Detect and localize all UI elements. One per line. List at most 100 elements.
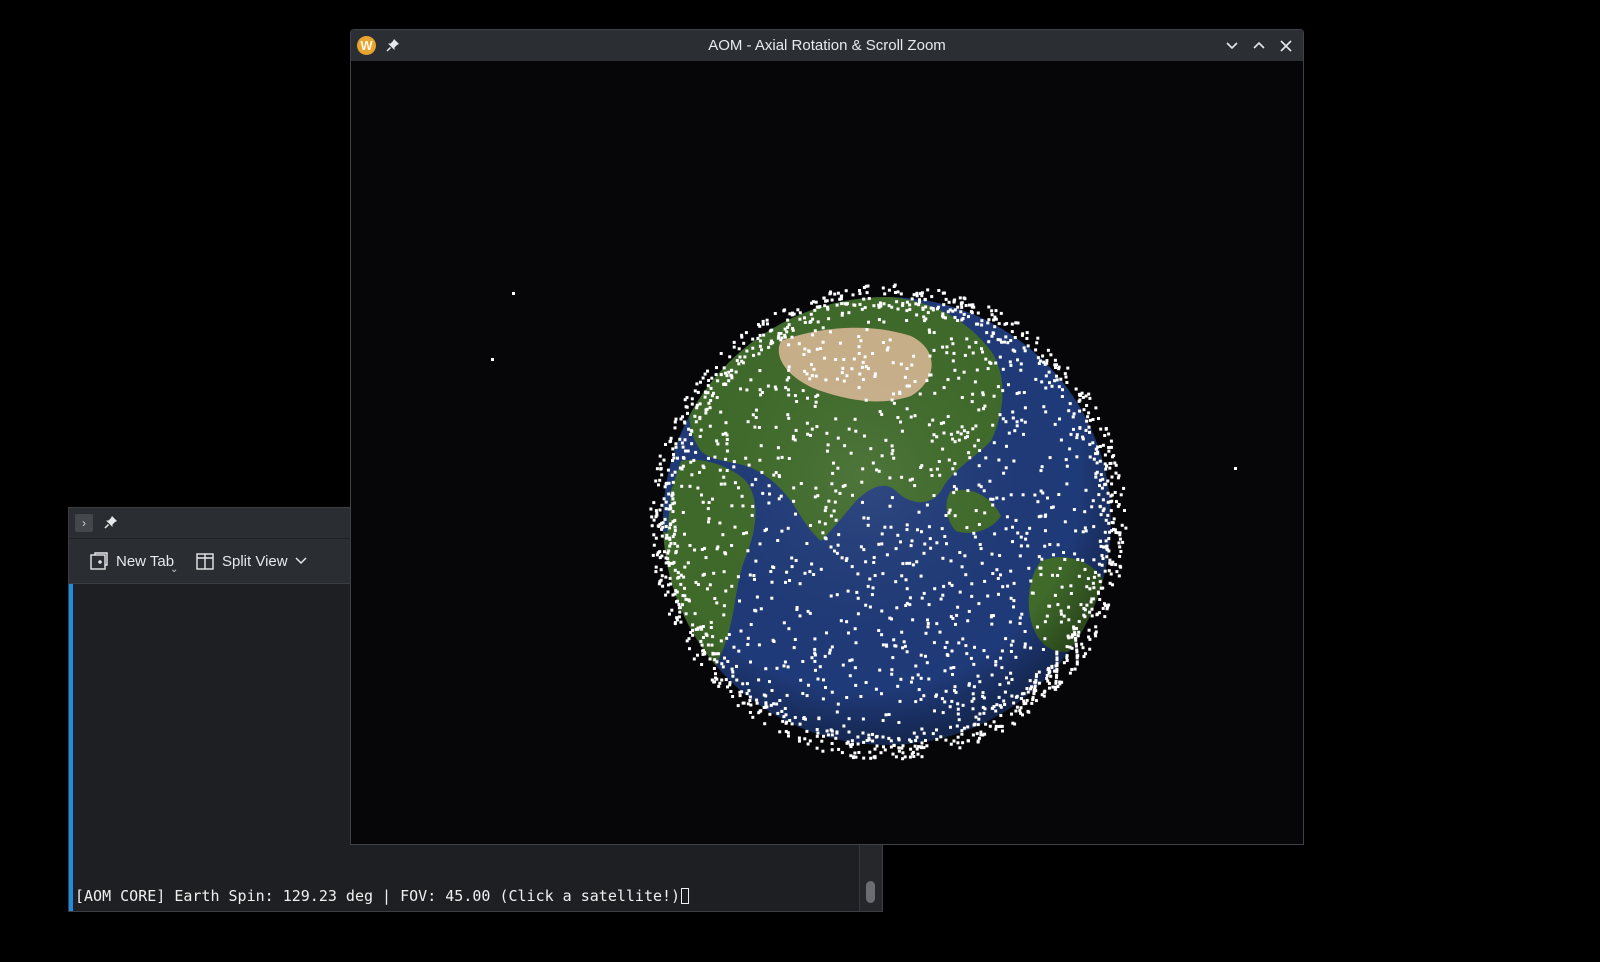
satellite[interactable] [1065, 659, 1069, 662]
satellite[interactable] [1110, 529, 1114, 533]
satellite[interactable] [919, 676, 923, 680]
satellite[interactable] [741, 701, 745, 705]
satellite[interactable] [853, 417, 857, 421]
satellite[interactable] [984, 456, 988, 460]
satellite[interactable] [801, 660, 805, 663]
satellite[interactable] [920, 596, 924, 600]
satellite[interactable] [1053, 593, 1057, 597]
satellite[interactable] [912, 731, 916, 735]
satellite[interactable] [956, 305, 960, 309]
satellite[interactable] [680, 441, 684, 445]
satellite[interactable] [672, 453, 675, 456]
satellite[interactable] [954, 691, 958, 694]
satellite[interactable] [1073, 552, 1077, 556]
satellite[interactable] [836, 702, 840, 706]
satellite[interactable] [810, 427, 814, 431]
satellite[interactable] [1098, 598, 1102, 601]
satellite[interactable] [691, 633, 695, 637]
satellite[interactable] [730, 376, 734, 380]
satellite[interactable] [677, 603, 681, 606]
satellite[interactable] [815, 347, 819, 351]
satellite[interactable] [1088, 442, 1092, 446]
satellite[interactable] [1026, 690, 1030, 694]
satellite[interactable] [816, 731, 820, 735]
satellite[interactable] [895, 300, 899, 304]
satellite[interactable] [877, 469, 881, 473]
satellite[interactable] [801, 692, 805, 695]
satellite[interactable] [967, 315, 970, 319]
satellite[interactable] [830, 748, 834, 752]
satellite[interactable] [688, 647, 691, 651]
satellite[interactable] [871, 732, 874, 736]
satellite[interactable] [1095, 612, 1099, 616]
satellite[interactable] [830, 729, 834, 733]
satellite[interactable] [991, 497, 995, 501]
satellite[interactable] [654, 565, 658, 569]
satellite[interactable] [823, 522, 827, 526]
satellite[interactable] [919, 574, 923, 578]
satellite[interactable] [1039, 489, 1043, 493]
satellite[interactable] [1084, 488, 1088, 492]
satellite[interactable] [974, 509, 978, 513]
satellite[interactable] [1116, 476, 1120, 480]
satellite[interactable] [798, 582, 802, 586]
satellite[interactable] [888, 504, 892, 508]
satellite[interactable] [872, 755, 876, 759]
satellite[interactable] [670, 608, 674, 612]
satellite[interactable] [681, 456, 685, 460]
satellite[interactable] [897, 746, 901, 750]
satellite[interactable] [1107, 537, 1111, 541]
satellite[interactable] [660, 473, 664, 477]
satellite[interactable] [1055, 658, 1059, 662]
satellite[interactable] [810, 374, 814, 378]
satellite[interactable] [893, 283, 897, 287]
satellite[interactable] [1109, 439, 1113, 443]
satellite[interactable] [731, 670, 735, 674]
satellite[interactable] [1027, 566, 1031, 570]
satellite[interactable] [1098, 478, 1102, 482]
satellite[interactable] [683, 594, 687, 598]
satellite[interactable] [1075, 662, 1079, 666]
satellite[interactable] [673, 470, 677, 474]
satellite[interactable] [961, 741, 965, 745]
satellite[interactable] [920, 530, 923, 534]
satellite[interactable] [899, 540, 902, 544]
satellite[interactable] [1003, 322, 1007, 326]
satellite[interactable] [1088, 647, 1092, 651]
satellite[interactable] [1004, 335, 1008, 339]
satellite[interactable] [720, 678, 724, 682]
satellite[interactable] [872, 304, 876, 308]
satellite[interactable] [1058, 566, 1062, 570]
satellite[interactable] [864, 560, 868, 564]
satellite[interactable] [702, 572, 706, 576]
satellite[interactable] [712, 571, 716, 575]
satellite[interactable] [1016, 358, 1019, 362]
satellite[interactable] [899, 362, 903, 366]
satellite[interactable] [690, 442, 694, 446]
satellite[interactable] [1022, 391, 1026, 394]
satellite[interactable] [813, 651, 817, 655]
satellite[interactable] [737, 649, 741, 653]
satellite[interactable] [820, 739, 824, 743]
satellite[interactable] [935, 737, 939, 741]
satellite[interactable] [1084, 529, 1088, 533]
satellite[interactable] [858, 292, 862, 296]
satellite[interactable] [915, 560, 919, 564]
satellite[interactable] [943, 646, 947, 649]
satellite[interactable] [970, 594, 974, 598]
satellite[interactable] [1066, 366, 1070, 370]
satellite[interactable] [1026, 344, 1030, 348]
satellite[interactable] [837, 533, 841, 537]
satellite[interactable] [707, 379, 711, 382]
satellite[interactable] [1048, 381, 1051, 385]
satellite[interactable] [695, 382, 699, 386]
satellite[interactable] [738, 599, 741, 603]
satellite[interactable] [922, 731, 926, 735]
satellite[interactable] [977, 523, 981, 526]
satellite[interactable] [803, 737, 807, 741]
satellite[interactable] [1047, 370, 1051, 374]
satellite[interactable] [1107, 603, 1111, 607]
satellite[interactable] [994, 663, 998, 667]
satellite[interactable] [1025, 531, 1029, 535]
satellite[interactable] [997, 458, 1001, 462]
